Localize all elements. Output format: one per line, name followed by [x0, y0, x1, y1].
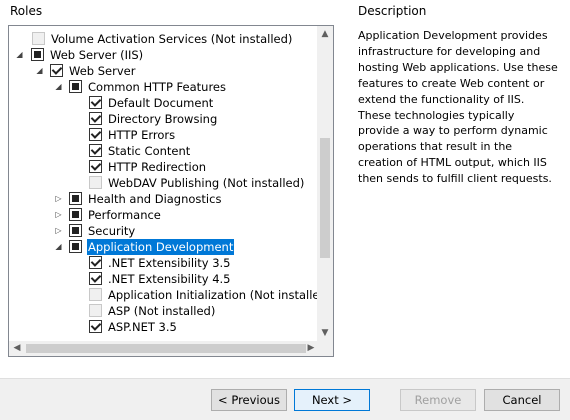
tree-item-label: HTTP Errors [108, 128, 176, 142]
tree-item-label: .NET Extensibility 3.5 [108, 256, 231, 270]
checkbox-web-server[interactable] [50, 64, 63, 77]
scrollbar-corner [317, 341, 333, 356]
collapse-arrow-icon[interactable]: ◢ [54, 82, 63, 91]
expand-arrow-icon[interactable]: ▷ [54, 226, 63, 235]
vertical-scrollbar[interactable]: ▲ ▼ [317, 26, 333, 341]
tree-item-label: Static Content [108, 144, 191, 158]
tree-item-label: Application Development [87, 239, 235, 255]
roles-heading: Roles [10, 4, 43, 18]
checkbox-http-redirection[interactable] [89, 160, 102, 173]
roles-tree-content: Volume Activation Services (Not installe… [9, 26, 319, 341]
description-heading: Description [358, 4, 427, 18]
expand-arrow-icon[interactable]: ▷ [54, 210, 63, 219]
horizontal-scrollbar[interactable]: ◀ ▶ [9, 341, 319, 356]
checkbox-default-document[interactable] [89, 96, 102, 109]
checkbox-net-extensibility-35[interactable] [89, 256, 102, 269]
checkbox-security[interactable] [69, 224, 82, 237]
previous-button[interactable]: < Previous [211, 389, 287, 411]
scroll-left-icon[interactable]: ◀ [9, 341, 25, 356]
checkbox-common-http-features[interactable] [69, 80, 82, 93]
checkbox-http-errors[interactable] [89, 128, 102, 141]
scroll-down-icon[interactable]: ▼ [317, 325, 333, 341]
checkbox-health-diagnostics[interactable] [69, 192, 82, 205]
checkbox-static-content[interactable] [89, 144, 102, 157]
remove-button[interactable]: Remove [400, 389, 476, 411]
tree-item-label: Application Initialization (Not installe… [108, 288, 319, 302]
tree-item-label: Default Document [108, 96, 214, 110]
collapse-arrow-icon[interactable]: ◢ [54, 242, 63, 251]
checkbox-application-development[interactable] [69, 240, 82, 253]
tree-item-label: Common HTTP Features [88, 80, 226, 94]
vertical-scroll-thumb[interactable] [320, 138, 330, 258]
checkbox-webdav-publishing[interactable] [89, 176, 102, 189]
tree-item-label: WebDAV Publishing (Not installed) [108, 176, 305, 190]
tree-item-label: Directory Browsing [108, 112, 218, 126]
tree-item-label: Performance [88, 208, 161, 222]
next-button[interactable]: Next > [294, 389, 370, 411]
cancel-button[interactable]: Cancel [484, 389, 560, 411]
checkbox-performance[interactable] [69, 208, 82, 221]
tree-item-label: Web Server [69, 64, 136, 78]
collapse-arrow-icon[interactable]: ◢ [15, 50, 24, 59]
tree-item-label: .NET Extensibility 4.5 [108, 272, 231, 286]
description-text: Application Development provides infrast… [358, 29, 558, 186]
tree-item-label: Health and Diagnostics [88, 192, 222, 206]
tree-item-label: Security [88, 224, 136, 238]
collapse-arrow-icon[interactable]: ◢ [35, 66, 44, 75]
checkbox-net-extensibility-45[interactable] [89, 272, 102, 285]
checkbox-asp[interactable] [89, 304, 102, 317]
tree-item-label: HTTP Redirection [108, 160, 207, 174]
roles-tree[interactable]: Volume Activation Services (Not installe… [8, 25, 334, 357]
checkbox-aspnet-35[interactable] [89, 320, 102, 333]
scroll-up-icon[interactable]: ▲ [317, 26, 333, 42]
expand-arrow-icon[interactable]: ▷ [54, 194, 63, 203]
tree-item-label: Web Server (IIS) [50, 48, 144, 62]
checkbox-web-server-iis[interactable] [31, 48, 44, 61]
tree-item-label: Volume Activation Services (Not installe… [51, 32, 293, 46]
checkbox-volume-activation[interactable] [32, 32, 45, 45]
tree-item-label: ASP.NET 3.5 [108, 320, 177, 334]
checkbox-directory-browsing[interactable] [89, 112, 102, 125]
tree-item-label: ASP (Not installed) [108, 304, 216, 318]
horizontal-scroll-thumb[interactable] [26, 344, 306, 353]
checkbox-application-initialization[interactable] [89, 288, 102, 301]
